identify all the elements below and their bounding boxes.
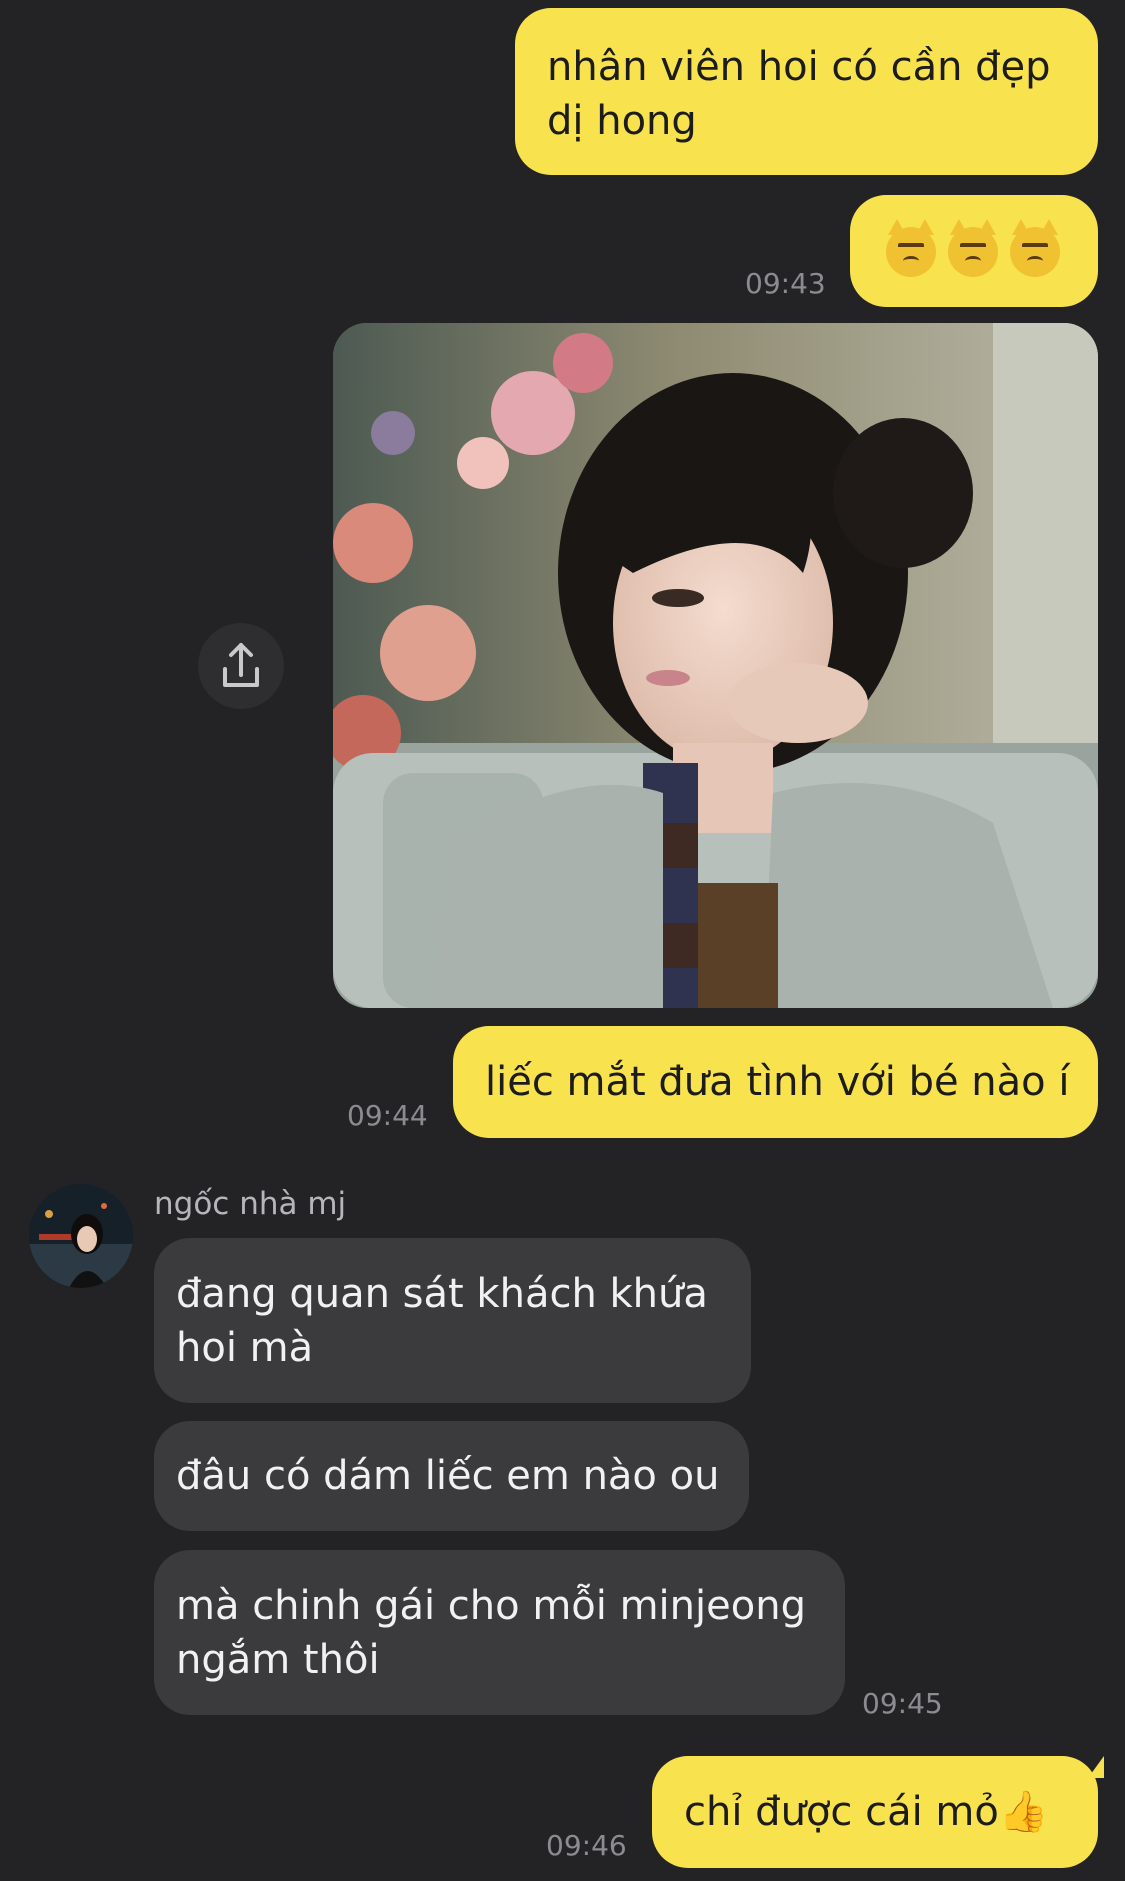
outgoing-message-bubble[interactable]: nhân viên hoi có cần đẹp dị hong (515, 8, 1098, 175)
sender-name: ngốc nhà mj (154, 1186, 347, 1222)
share-icon (223, 643, 259, 687)
message-text-line: hoi mà (176, 1325, 314, 1371)
incoming-message-bubble[interactable]: đang quan sát khách khứa hoi mà (154, 1238, 751, 1403)
message-text: chỉ được cái mỏ (684, 1789, 999, 1835)
message-timestamp: 09:46 (546, 1829, 627, 1862)
photo-image (333, 323, 1098, 1008)
bubble-tail (1088, 1756, 1104, 1778)
avatar[interactable] (29, 1184, 133, 1288)
photo-message[interactable] (333, 323, 1098, 1008)
incoming-message-bubble[interactable]: mà chinh gái cho mỗi minjeong ngắm thôi (154, 1550, 845, 1715)
message-text-line: liếc mắt đưa tình với bé nào í (485, 1059, 1070, 1105)
pouting-cat-icon (886, 219, 936, 277)
avatar-image (29, 1184, 133, 1288)
share-button[interactable] (198, 623, 284, 709)
thumbs-up-icon: 👍 (998, 1789, 1049, 1835)
message-text-line: nhân viên hoi có cần đẹp (547, 44, 1051, 90)
outgoing-emoji-bubble[interactable] (850, 195, 1098, 307)
message-text-line: đâu có dám liếc em nào ou (176, 1453, 720, 1499)
message-text-line: ngắm thôi (176, 1637, 380, 1683)
message-text-line: mà chinh gái cho mỗi minjeong (176, 1583, 806, 1629)
message-timestamp: 09:44 (347, 1099, 428, 1132)
message-text-line: đang quan sát khách khứa (176, 1271, 708, 1317)
message-timestamp: 09:45 (862, 1687, 943, 1720)
outgoing-message-bubble[interactable]: chỉ được cái mỏ👍 (652, 1756, 1098, 1868)
outgoing-message-bubble[interactable]: liếc mắt đưa tình với bé nào í (453, 1026, 1098, 1138)
message-timestamp: 09:43 (745, 267, 826, 300)
message-text-line: dị hong (547, 98, 697, 144)
incoming-message-bubble[interactable]: đâu có dám liếc em nào ou (154, 1421, 749, 1531)
pouting-cat-icon (1010, 219, 1060, 277)
pouting-cat-icon (948, 219, 998, 277)
chat-screen: nhân viên hoi có cần đẹp dị hong 09:43 l… (0, 0, 1125, 1881)
